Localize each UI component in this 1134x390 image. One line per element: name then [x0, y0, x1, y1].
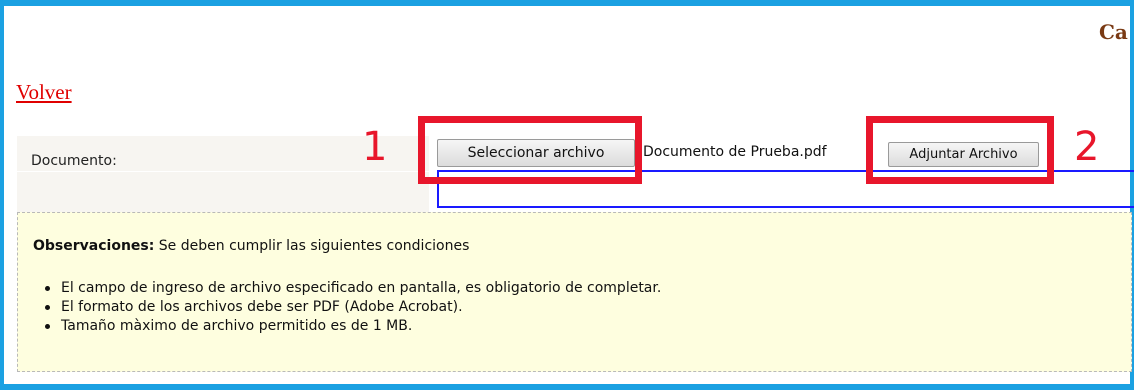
observations-panel: Observaciones: Se deben cumplir las sigu… [17, 212, 1132, 372]
observations-heading: Observaciones: [33, 238, 155, 254]
list-item: El formato de los archivos debe ser PDF … [33, 298, 661, 317]
observations-intro-text: Se deben cumplir las siguientes condicio… [154, 238, 470, 254]
list-item: El campo de ingreso de archivo especific… [33, 279, 661, 298]
step-1-marker: 1 [362, 124, 388, 170]
list-item: Tamaño màximo de archivo permitido es de… [33, 317, 661, 336]
highlight-box-step-1 [418, 116, 642, 184]
step-2-marker: 2 [1074, 124, 1100, 170]
observations-intro: Observaciones: Se deben cumplir las sigu… [33, 238, 469, 254]
selected-file-name: Documento de Prueba.pdf [643, 144, 827, 160]
highlight-box-step-2 [866, 116, 1054, 184]
document-label: Documento: [31, 153, 117, 169]
back-link[interactable]: Volver [16, 80, 72, 105]
row-divider [17, 171, 429, 172]
observations-list: El campo de ingreso de archivo especific… [33, 279, 661, 336]
page-title: Ca [1099, 20, 1128, 44]
